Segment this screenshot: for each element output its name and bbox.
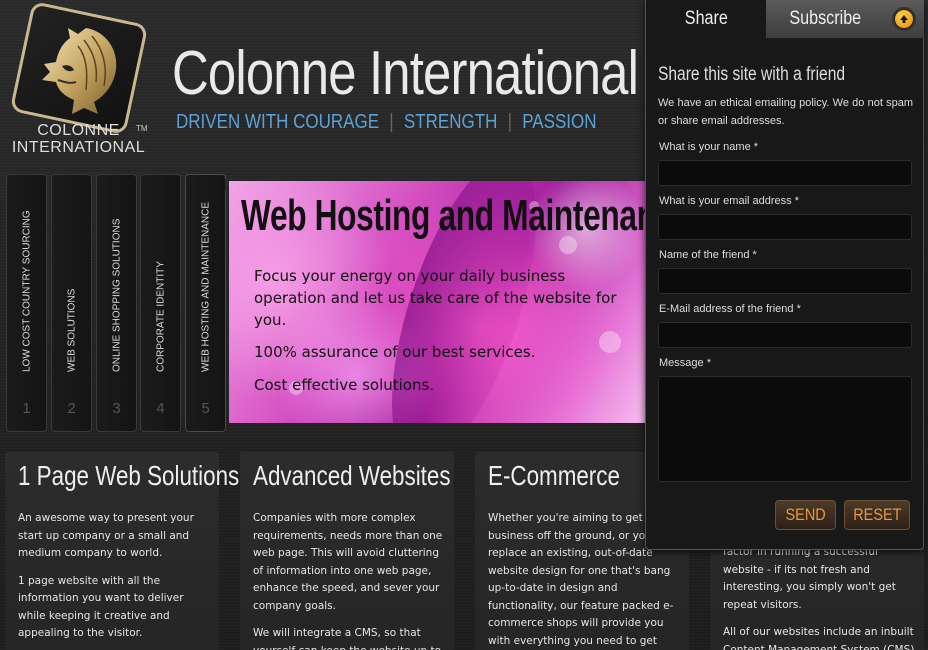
reset-button[interactable]: RESET (844, 500, 910, 530)
field-label: Message * (659, 357, 711, 369)
tagline: DRIVEN WITH COURAGE | STRENGTH | PASSION (176, 111, 597, 134)
column-title: Advanced Websites (253, 460, 451, 491)
column-paragraph: factor in running a successful website -… (723, 546, 896, 611)
vtab-number: 2 (67, 400, 76, 417)
tagline-item: STRENGTH (403, 111, 498, 133)
send-button[interactable]: SEND (775, 500, 836, 530)
vtab-number: 4 (156, 400, 165, 417)
share-panel: Share Subscribe Share this site with a f… (645, 0, 924, 550)
hero-text: Focus your energy on your daily business… (254, 267, 617, 329)
service-column-1-page-web-solutions: 1 Page Web Solutions An awesome way to p… (5, 452, 239, 650)
hero-text: 100% assurance of our best services. (254, 343, 536, 361)
tagline-separator: | (389, 111, 394, 133)
column-paragraph: An awesome way to present your start up … (18, 512, 194, 559)
reset-button-label: RESET (852, 505, 902, 524)
tab-share[interactable]: Share (646, 0, 766, 38)
column-body: factor in running a successful website -… (723, 544, 915, 650)
vtab-corporate-identity[interactable]: CORPORATE IDENTITY 4 (140, 174, 181, 432)
service-column-advanced-websites: Advanced Websites Companies with more co… (240, 452, 454, 650)
vtab-number: 3 (112, 400, 121, 417)
trademark-mark: TM (136, 124, 148, 133)
site-title: Colonne International (172, 39, 639, 108)
column-body: An awesome way to present your start up … (18, 510, 210, 650)
tab-share-label: Share (684, 8, 728, 29)
vtab-online-shopping-solutions[interactable]: ONLINE SHOPPING SOLUTIONS 3 (96, 174, 137, 432)
vtab-label: WEB SOLUTIONS (66, 288, 77, 372)
collapse-panel-button[interactable] (892, 7, 916, 31)
column-paragraph: We will integrate a CMS, so that yoursel… (253, 627, 441, 650)
vtab-web-solutions[interactable]: WEB SOLUTIONS 2 (51, 174, 92, 432)
vtab-label: CORPORATE IDENTITY (155, 261, 166, 372)
tab-subscribe-label: Subscribe (789, 8, 861, 29)
logo-text-line1: COLONNE (37, 122, 120, 139)
email-policy-note: We have an ethical emailing policy. We d… (658, 97, 913, 127)
field-label: E-Mail address of the friend * (659, 303, 801, 315)
logo-text-line2: INTERNATIONAL (11, 139, 146, 156)
tagline-item: DRIVEN WITH COURAGE (176, 111, 380, 133)
column-paragraph: 1 page website with all the information … (18, 574, 184, 640)
lion-icon (42, 28, 117, 114)
hero-title: Web Hosting and Maintenance (241, 191, 649, 240)
your-email-field[interactable] (658, 214, 912, 240)
column-title: E-Commerce (488, 460, 620, 491)
friend-email-field[interactable] (658, 322, 912, 348)
arrow-up-icon (895, 10, 913, 28)
tagline-separator: | (507, 111, 513, 133)
hero-banner: Web Hosting and Maintenance Focus your e… (229, 181, 649, 423)
column-title: 1 Page Web Solutions (18, 460, 240, 491)
field-label: What is your email address * (659, 195, 799, 207)
column-paragraph: All of our websites include an inbuilt C… (723, 626, 915, 650)
vtab-label: WEB HOSTING AND MAINTENANCE (200, 201, 211, 372)
message-field[interactable] (658, 376, 912, 482)
vtab-number: 5 (201, 400, 210, 417)
tagline-item: PASSION (522, 111, 597, 133)
vtab-label: LOW COST COUNTRY SOURCING (21, 210, 32, 372)
field-label: Name of the friend * (659, 249, 757, 261)
column-body: Companies with more complex requirements… (253, 510, 445, 650)
vtab-low-cost-country-sourcing[interactable]: LOW COST COUNTRY SOURCING 1 (6, 174, 47, 432)
friend-name-field[interactable] (658, 268, 912, 294)
site-logo[interactable]: COLONNE INTERNATIONAL TM (6, 0, 151, 158)
vtab-label: ONLINE SHOPPING SOLUTIONS (111, 218, 122, 372)
column-paragraph: Companies with more complex requirements… (253, 512, 443, 612)
vtab-web-hosting-and-maintenance[interactable]: WEB HOSTING AND MAINTENANCE 5 (185, 174, 232, 432)
arrow-up-icon-glyph (900, 15, 908, 23)
hero-text: Cost effective solutions. (254, 376, 435, 394)
your-name-field[interactable] (658, 160, 912, 186)
field-label: What is your name * (659, 141, 759, 153)
panel-heading: Share this site with a friend (658, 64, 846, 85)
vtab-number: 1 (22, 400, 31, 417)
send-button-label: SEND (785, 505, 826, 524)
